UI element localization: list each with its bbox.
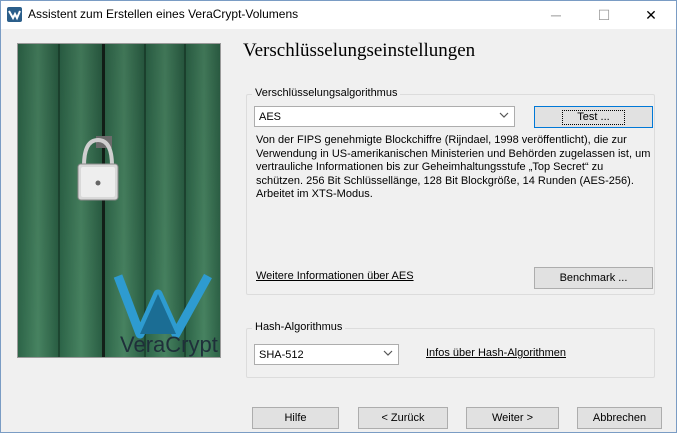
hash-algorithm-select[interactable]: SHA-512 [254,344,399,365]
hash-algorithm-value: SHA-512 [259,348,304,361]
chevron-down-icon [499,112,509,118]
encryption-algorithm-select[interactable]: AES [254,106,515,127]
help-button[interactable]: Hilfe [252,407,339,429]
padlock-door-illustration: VeraCrypt [18,44,220,357]
window-title: Assistent zum Erstellen eines VeraCrypt-… [28,7,299,21]
back-button-label: < Zurück [381,412,425,424]
back-button[interactable]: < Zurück [358,407,448,429]
hash-algorithm-label: Hash-Algorithmus [252,321,346,333]
maximize-icon: ☐ [597,6,611,23]
cancel-button-label: Abbrechen [592,412,647,424]
benchmark-button-label: Benchmark ... [559,272,628,284]
minimize-icon: ─ [551,7,561,23]
encryption-algorithm-label: Verschlüsselungsalgorithmus [252,87,401,99]
close-button[interactable]: ✕ [628,1,674,29]
page-title: Verschlüsselungseinstellungen [243,40,476,61]
wizard-window: Assistent zum Erstellen eines VeraCrypt-… [0,0,677,433]
maximize-button[interactable]: ☐ [581,1,627,29]
veracrypt-brand-text: VeraCrypt [120,332,218,357]
close-icon: ✕ [645,6,657,23]
cancel-button[interactable]: Abbrechen [577,407,662,429]
chevron-down-icon [383,350,393,356]
next-button-label: Weiter > [491,412,534,424]
wizard-side-image: VeraCrypt [17,43,221,358]
benchmark-button[interactable]: Benchmark ... [534,267,653,289]
minimize-button[interactable]: ─ [533,1,579,29]
more-info-aes-link[interactable]: Weitere Informationen über AES [256,270,414,282]
hash-info-link[interactable]: Infos über Hash-Algorithmen [426,347,566,359]
test-button[interactable]: Test ... [534,106,653,128]
title-bar: Assistent zum Erstellen eines VeraCrypt-… [1,1,676,29]
veracrypt-app-icon [7,7,22,22]
help-button-label: Hilfe [284,412,307,424]
encryption-algorithm-value: AES [259,110,282,123]
algorithm-description: Von der FIPS genehmigte Blockchiffre (Ri… [256,134,651,200]
test-button-label: Test ... [562,109,625,125]
next-button[interactable]: Weiter > [466,407,559,429]
